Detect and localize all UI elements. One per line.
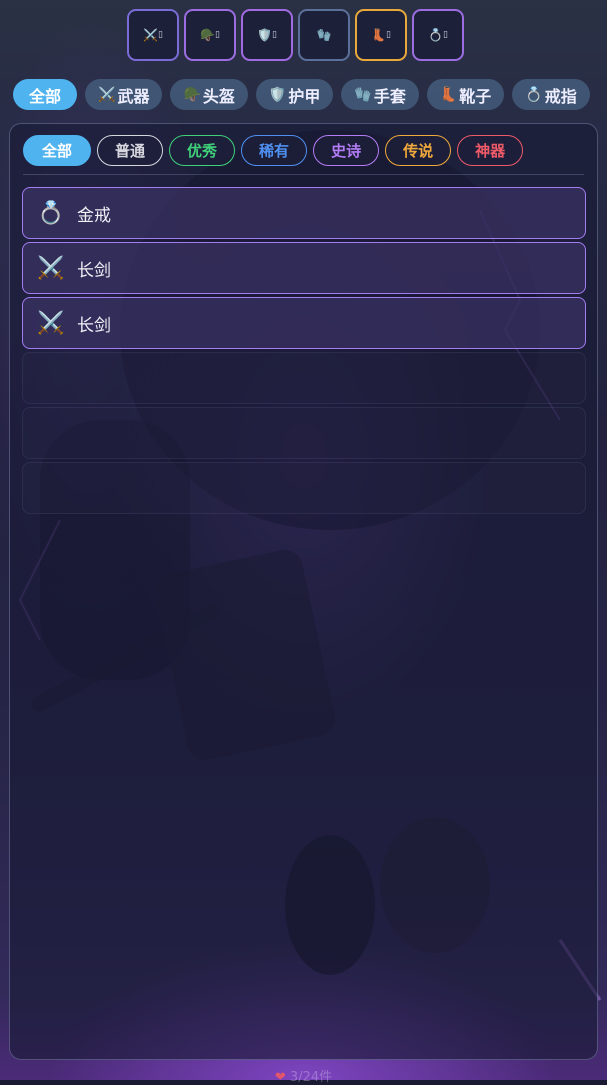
empty-item-slot — [22, 407, 586, 459]
rarity-filter-6[interactable]: 神器 — [457, 135, 524, 166]
tab-type-5[interactable]: 👢 靴子 — [426, 79, 505, 110]
item-list: 💍 金戒 ⚔️ 长剑 ⚔️ 长剑 — [22, 187, 586, 517]
tab-type-6[interactable]: 💍 戒指 — [512, 79, 590, 110]
equip-slot-armor[interactable]: 🛡️ ▯ — [241, 9, 293, 61]
weapon-icon: ⚔️ — [143, 28, 158, 42]
equip-slot-gloves[interactable]: 🧤 — [298, 9, 350, 61]
item-name: 长剑 — [77, 315, 111, 336]
boots-icon: 👢 — [371, 28, 386, 42]
tab-type-0[interactable]: 全部 — [13, 79, 78, 110]
tab-label: 武器 — [117, 86, 150, 106]
tab-type-4[interactable]: 🧤 手套 — [341, 79, 419, 110]
tab-label: 头盔 — [202, 86, 235, 106]
rarity-filter-bar: 全部 普通 优秀 稀有 史诗 传说 神器 — [23, 135, 524, 166]
equip-slot-helmet[interactable]: 🪖 ▯ — [184, 9, 236, 61]
rarity-filter-2[interactable]: 优秀 — [169, 135, 236, 166]
tab-icon: 🛡️ — [268, 86, 287, 103]
tab-icon: 🧤 — [354, 86, 372, 103]
rarity-filter-5[interactable]: 传说 — [385, 135, 452, 166]
gloves-icon: 🧤 — [316, 28, 332, 42]
slot-empty-marker: ▯ — [443, 30, 448, 40]
divider — [23, 174, 584, 175]
equip-slot-ring[interactable]: 💍 ▯ — [412, 9, 464, 61]
tab-label: 护甲 — [288, 86, 321, 106]
slot-empty-marker: ▯ — [158, 30, 163, 40]
item-icon: ⚔️ — [37, 310, 65, 336]
armor-icon: 🛡️ — [257, 28, 272, 42]
heart-icon: ❤ — [274, 1070, 286, 1085]
empty-item-slot — [22, 352, 586, 404]
rarity-filter-4[interactable]: 史诗 — [313, 135, 380, 166]
tab-icon: ⚔️ — [98, 86, 116, 103]
tab-label: 靴子 — [459, 86, 492, 106]
slot-empty-marker: ▯ — [272, 30, 277, 40]
slot-empty-marker: ▯ — [215, 30, 220, 40]
rarity-filter-1[interactable]: 普通 — [97, 135, 164, 166]
tab-type-2[interactable]: 🪖 头盔 — [170, 79, 248, 110]
empty-item-slot — [22, 462, 586, 514]
equipment-slots: ⚔️ ▯ 🪖 ▯ 🛡️ ▯ 🧤 👢 ▯ 💍 ▯ — [127, 9, 464, 61]
equipment-type-tabs: 全部 ⚔️ 武器 🪖 头盔 🛡️ 护甲 🧤 手套 👢 靴子 💍 戒指 — [13, 79, 607, 110]
tab-icon: 💍 — [525, 86, 543, 103]
inventory-panel: 全部 普通 优秀 稀有 史诗 传说 神器 💍 金戒 ⚔️ 长剑 ⚔️ 长剑 — [9, 123, 598, 1060]
list-item[interactable]: ⚔️ 长剑 — [22, 242, 586, 294]
tab-icon: 👢 — [439, 86, 458, 103]
equip-slot-weapon[interactable]: ⚔️ ▯ — [127, 9, 179, 61]
rarity-filter-3[interactable]: 稀有 — [241, 135, 308, 166]
slot-empty-marker: ▯ — [386, 30, 391, 40]
rarity-filter-0[interactable]: 全部 — [23, 135, 92, 166]
item-icon: 💍 — [37, 200, 65, 226]
ring-icon: 💍 — [428, 28, 443, 42]
tab-label: 戒指 — [544, 86, 577, 106]
inventory-count: ❤ 3/24件 — [0, 1066, 607, 1085]
helmet-icon: 🪖 — [200, 28, 215, 42]
list-item[interactable]: 💍 金戒 — [22, 187, 586, 239]
tab-label: 全部 — [29, 86, 62, 106]
item-icon: ⚔️ — [37, 255, 65, 281]
tab-type-1[interactable]: ⚔️ 武器 — [85, 79, 163, 110]
tab-type-3[interactable]: 🛡️ 护甲 — [255, 79, 334, 110]
tab-label: 手套 — [373, 86, 406, 106]
inventory-count-text: 3/24件 — [289, 1070, 333, 1085]
tab-icon: 🪖 — [183, 86, 201, 103]
list-item[interactable]: ⚔️ 长剑 — [22, 297, 586, 349]
equip-slot-boots[interactable]: 👢 ▯ — [355, 9, 407, 61]
item-name: 金戒 — [77, 205, 111, 226]
item-name: 长剑 — [77, 260, 111, 281]
